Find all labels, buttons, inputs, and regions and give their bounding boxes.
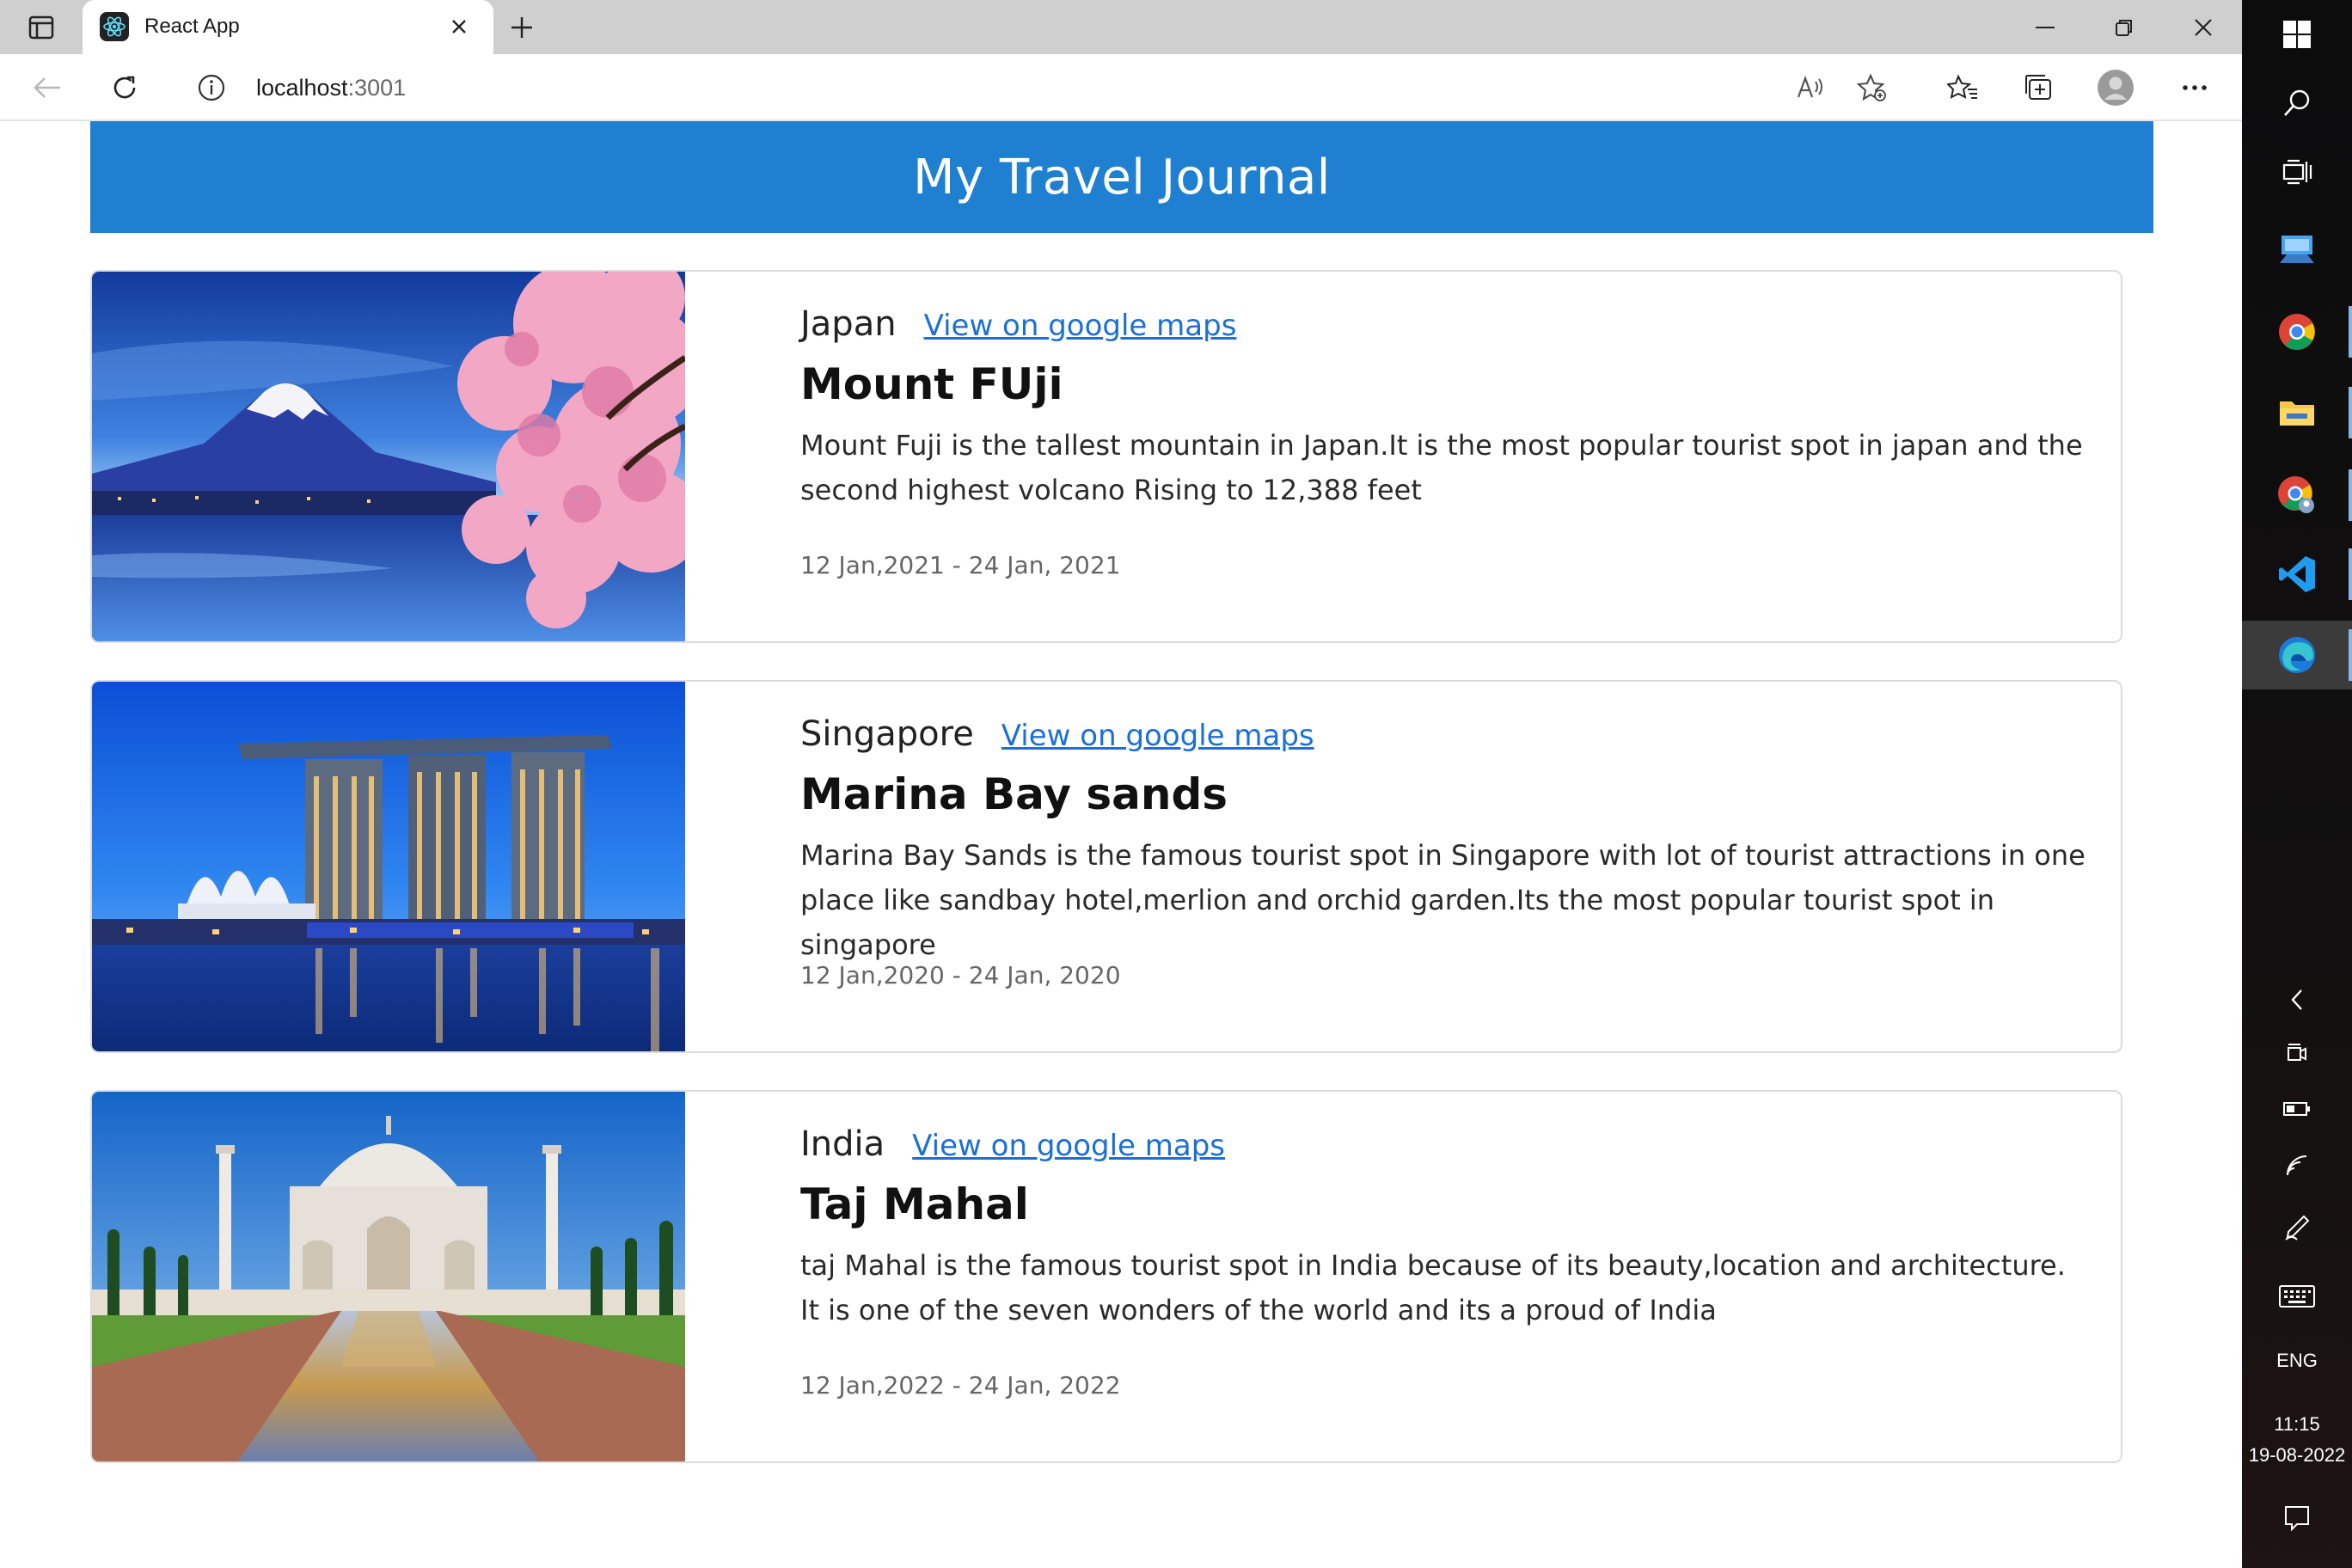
tab-title: React App: [144, 15, 240, 38]
react-logo-icon: [100, 12, 129, 41]
google-maps-link[interactable]: View on google maps: [912, 1129, 1225, 1163]
search-icon[interactable]: [2242, 69, 2352, 138]
trip-dates: 12 Jan,2020 - 24 Jan, 2020: [800, 961, 1121, 989]
marina-bay-sands-photo: [92, 682, 685, 1051]
windows-start-icon[interactable]: [2242, 0, 2352, 69]
file-explorer-icon[interactable]: [2242, 378, 2352, 447]
tab-actions-icon[interactable]: [22, 12, 60, 43]
close-tab-icon[interactable]: [444, 11, 475, 42]
entry-body: Singapore View on google maps Marina Bay…: [800, 714, 2090, 967]
entry-body: Japan View on google maps Mount FUji Mou…: [800, 304, 2090, 512]
mount-fuji-photo: [92, 272, 685, 641]
journal-entry-card: India View on google maps Taj Mahal taj …: [90, 1090, 2122, 1463]
language-indicator[interactable]: ENG: [2242, 1350, 2352, 1372]
chrome-icon[interactable]: [2242, 297, 2352, 366]
country-label: Singapore: [800, 714, 974, 754]
vscode-icon[interactable]: [2242, 540, 2352, 609]
battery-icon[interactable]: [2242, 1076, 2352, 1142]
page-title: My Travel Journal: [913, 149, 1331, 205]
add-favorite-icon[interactable]: [1855, 70, 1890, 105]
address-bar[interactable]: localhost:3001: [174, 61, 1912, 114]
remote-desktop-icon[interactable]: [2242, 215, 2352, 284]
entry-body: India View on google maps Taj Mahal taj …: [800, 1124, 2090, 1332]
collections-icon[interactable]: [2017, 66, 2060, 109]
tab-bar: React App: [0, 0, 2242, 54]
google-maps-link[interactable]: View on google maps: [924, 309, 1237, 343]
windows-taskbar: ENG 11:15 19-08-2022: [2242, 0, 2352, 1568]
refresh-icon[interactable]: [103, 66, 146, 109]
site-header: My Travel Journal: [90, 121, 2153, 233]
taj-mahal-photo: [92, 1092, 685, 1461]
pen-workspace-icon[interactable]: [2242, 1195, 2352, 1260]
place-title: Marina Bay sands: [800, 769, 1228, 819]
place-description: Marina Bay Sands is the famous tourist s…: [800, 839, 2086, 961]
profile-avatar-icon[interactable]: [2094, 66, 2137, 109]
browser-window: React App localhost:3001 My Travel Journ…: [0, 0, 2242, 1568]
task-view-icon[interactable]: [2242, 138, 2352, 206]
journal-entry-card: Singapore View on google maps Marina Bay…: [90, 680, 2122, 1053]
place-description: Mount Fuji is the tallest mountain in Ja…: [800, 429, 2083, 506]
clock-time[interactable]: 11:15: [2242, 1413, 2352, 1436]
country-label: India: [800, 1124, 885, 1164]
site-info-icon[interactable]: [196, 72, 227, 103]
chrome-profile-icon[interactable]: [2242, 461, 2352, 530]
page-viewport: My Travel Journal Japan View on google m…: [0, 121, 2242, 1568]
trip-dates: 12 Jan,2022 - 24 Jan, 2022: [800, 1371, 1121, 1400]
url-text[interactable]: localhost:3001: [256, 75, 406, 101]
edge-icon[interactable]: [2242, 621, 2352, 689]
touch-keyboard-icon[interactable]: [2242, 1264, 2352, 1329]
place-title: Taj Mahal: [800, 1179, 1029, 1229]
navigation-bar: localhost:3001: [0, 54, 2242, 121]
trip-dates: 12 Jan,2021 - 24 Jan, 2021: [800, 551, 1121, 579]
wifi-icon[interactable]: [2242, 1133, 2352, 1198]
read-aloud-icon[interactable]: [1793, 70, 1828, 105]
country-label: Japan: [800, 304, 897, 344]
minimize-icon[interactable]: [2015, 7, 2075, 48]
more-options-icon[interactable]: [2173, 66, 2216, 109]
favorites-icon[interactable]: [1941, 66, 1984, 109]
browser-tab[interactable]: React App: [83, 0, 493, 54]
place-title: Mount FUji: [800, 359, 1063, 409]
clock-date[interactable]: 19-08-2022: [2242, 1444, 2352, 1467]
new-tab-icon[interactable]: [504, 10, 540, 45]
google-maps-link[interactable]: View on google maps: [1001, 719, 1314, 753]
restore-icon[interactable]: [2094, 7, 2154, 48]
place-description: taj Mahal is the famous tourist spot in …: [800, 1249, 2066, 1326]
journal-entry-card: Japan View on google maps Mount FUji Mou…: [90, 270, 2122, 643]
notifications-icon[interactable]: [2242, 1484, 2352, 1553]
close-window-icon[interactable]: [2173, 7, 2233, 48]
back-icon[interactable]: [26, 66, 69, 109]
